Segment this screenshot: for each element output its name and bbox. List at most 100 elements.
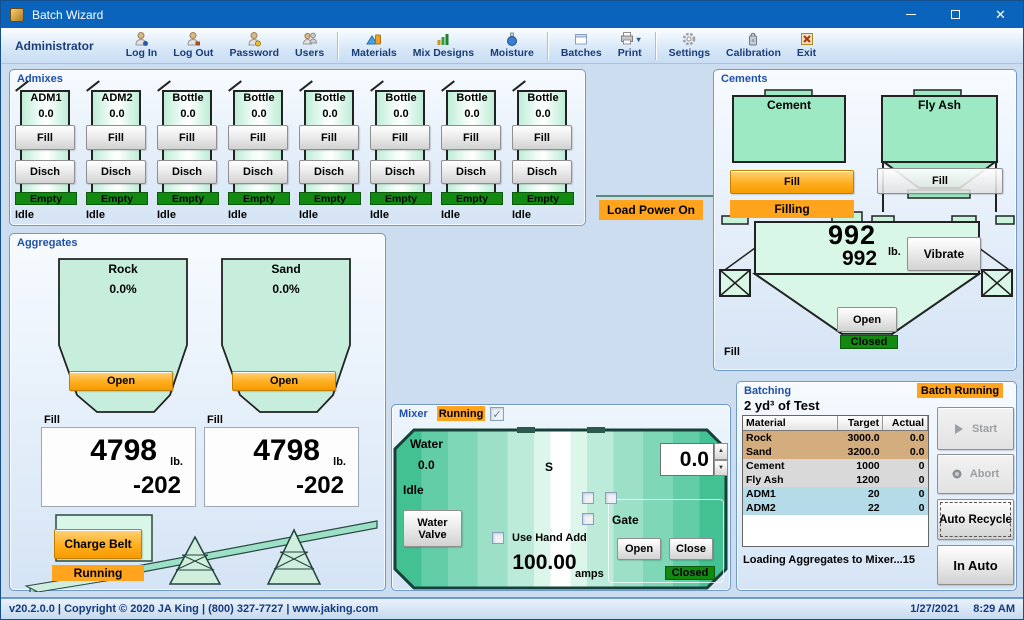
admix-status-badge: Empty <box>228 192 290 205</box>
admix-fill-button[interactable]: Fill <box>15 125 75 150</box>
admix-unit: Bottle 0.0 Fill Disch Empty Idle <box>370 88 432 223</box>
mixer-gate-open-button[interactable]: Open <box>617 538 661 560</box>
admix-fill-button[interactable]: Fill <box>299 125 359 150</box>
admix-fill-button[interactable]: Fill <box>86 125 146 150</box>
mixer-checkbox-3[interactable] <box>582 513 594 525</box>
cement-fill-button[interactable]: Fill <box>730 170 854 194</box>
setpoint-spinner[interactable]: ▲▼ <box>714 443 728 476</box>
vibrate-button[interactable]: Vibrate <box>907 237 981 271</box>
cement-gate-open-button[interactable]: Open <box>837 307 897 332</box>
batch-table-row[interactable]: ADM2220 <box>743 501 928 515</box>
admix-state-label: Idle <box>157 209 176 221</box>
load-power-status[interactable]: Load Power On <box>599 200 703 220</box>
toolbar-password[interactable]: Password <box>221 29 287 63</box>
mixer-gate-close-button[interactable]: Close <box>669 538 713 560</box>
admix-discharge-button[interactable]: Disch <box>228 160 288 184</box>
admix-unit: Bottle 0.0 Fill Disch Empty Idle <box>299 88 361 223</box>
print-dropdown-caret[interactable]: ▾ <box>637 35 641 44</box>
admix-weight-value: 0.0 <box>512 108 574 120</box>
calibration-icon <box>745 31 761 47</box>
start-button[interactable]: Start <box>937 407 1014 450</box>
abort-button[interactable]: Abort <box>937 454 1014 494</box>
admix-weight-value: 0.0 <box>15 108 77 120</box>
batch-table-row[interactable]: Sand3200.00.0 <box>743 445 928 459</box>
mixer-checkbox-1[interactable] <box>582 492 594 504</box>
charge-belt-button[interactable]: Charge Belt <box>54 529 142 559</box>
batch-table-row[interactable]: Fly Ash12000 <box>743 473 928 487</box>
admix-fill-button[interactable]: Fill <box>441 125 501 150</box>
toolbar-settings[interactable]: Settings <box>661 29 718 63</box>
spin-up-icon: ▲ <box>714 443 728 460</box>
toolbar-exit[interactable]: Exit <box>789 29 824 63</box>
admix-discharge-button[interactable]: Disch <box>86 160 146 184</box>
mixer-checkbox-2[interactable] <box>605 492 617 504</box>
batch-table-row[interactable]: ADM1200 <box>743 487 928 501</box>
rock-open-button[interactable]: Open <box>69 371 173 391</box>
admix-state-label: Idle <box>441 209 460 221</box>
batch-table-row[interactable]: Cement10000 <box>743 459 928 473</box>
hand-add-checkbox[interactable] <box>492 532 504 544</box>
bin-name: Sand <box>222 262 350 276</box>
water-label: Water <box>410 437 443 451</box>
admix-name: ADM2 <box>86 92 148 104</box>
hand-add-label: Use Hand Add <box>512 532 587 544</box>
admix-discharge-button[interactable]: Disch <box>157 160 217 184</box>
play-icon <box>954 424 964 434</box>
toolbar-calibration[interactable]: Calibration <box>718 29 789 63</box>
admix-state-label: Idle <box>86 209 105 221</box>
sand-open-button[interactable]: Open <box>232 371 336 391</box>
water-valve-button[interactable]: Water Valve <box>403 510 462 547</box>
toolbar-users[interactable]: Users <box>287 29 332 63</box>
admix-state-label: Idle <box>512 209 531 221</box>
admix-discharge-button[interactable]: Disch <box>15 160 75 184</box>
admix-weight-value: 0.0 <box>441 108 503 120</box>
cement-filling-badge: Filling <box>730 200 854 218</box>
admix-discharge-button[interactable]: Disch <box>299 160 359 184</box>
admix-fill-button[interactable]: Fill <box>157 125 217 150</box>
moisture-icon <box>504 31 520 47</box>
toolbar-mix-designs[interactable]: Mix Designs <box>405 29 482 63</box>
water-setpoint-input[interactable]: 0.0 <box>660 443 714 476</box>
toolbar-login[interactable]: Log In <box>118 29 166 63</box>
in-auto-button[interactable]: In Auto <box>937 545 1014 585</box>
admix-status-badge: Empty <box>86 192 148 205</box>
col-actual[interactable]: Actual <box>883 416 928 431</box>
close-button[interactable]: ✕ <box>978 1 1023 28</box>
gate-label: Gate <box>612 513 639 527</box>
admix-status-badge: Empty <box>15 192 77 205</box>
toolbar-separator <box>655 32 656 60</box>
mixer-enable-checkbox[interactable]: ✓ <box>490 407 504 421</box>
maximize-button[interactable] <box>933 1 978 28</box>
admix-name: Bottle <box>441 92 503 104</box>
admix-discharge-button[interactable]: Disch <box>370 160 430 184</box>
admix-unit: ADM2 0.0 Fill Disch Empty Idle <box>86 88 148 223</box>
toolbar-batches[interactable]: Batches <box>553 29 610 63</box>
admix-fill-button[interactable]: Fill <box>370 125 430 150</box>
toolbar-moisture[interactable]: Moisture <box>482 29 542 63</box>
admix-fill-button[interactable]: Fill <box>228 125 288 150</box>
toolbar-separator <box>337 32 338 60</box>
mixer-gate-status-badge: Closed <box>665 566 715 580</box>
mixer-panel: Mixer Running ✓ <box>391 404 731 591</box>
minimize-button[interactable] <box>888 1 933 28</box>
toolbar-materials[interactable]: Materials <box>343 29 405 63</box>
batch-materials-table[interactable]: Material Target Actual Rock3000.00.0Sand… <box>742 415 929 547</box>
admix-name: Bottle <box>228 92 290 104</box>
toolbar-logout[interactable]: Log Out <box>165 29 221 63</box>
admix-discharge-button[interactable]: Disch <box>512 160 572 184</box>
exit-icon <box>799 31 815 47</box>
flyash-fill-button[interactable]: Fill <box>877 168 1003 194</box>
batching-title: Batching <box>744 385 791 397</box>
batch-status-badge: Batch Running <box>917 383 1003 398</box>
toolbar-print[interactable]: ▾ Print <box>610 29 650 63</box>
auto-recycle-button[interactable]: Auto Recycle <box>937 499 1014 540</box>
admix-state-label: Idle <box>228 209 247 221</box>
admix-discharge-button[interactable]: Disch <box>441 160 501 184</box>
col-target[interactable]: Target <box>838 416 883 431</box>
rock-mode-label: Fill <box>44 414 60 426</box>
admix-fill-button[interactable]: Fill <box>512 125 572 150</box>
batch-wizard-window: Batch Wizard ✕ Administrator Log In Log … <box>0 0 1024 620</box>
sand-scale-display: 4798 lb. -202 <box>204 427 359 507</box>
batch-table-row[interactable]: Rock3000.00.0 <box>743 431 928 445</box>
col-material[interactable]: Material <box>743 416 838 431</box>
